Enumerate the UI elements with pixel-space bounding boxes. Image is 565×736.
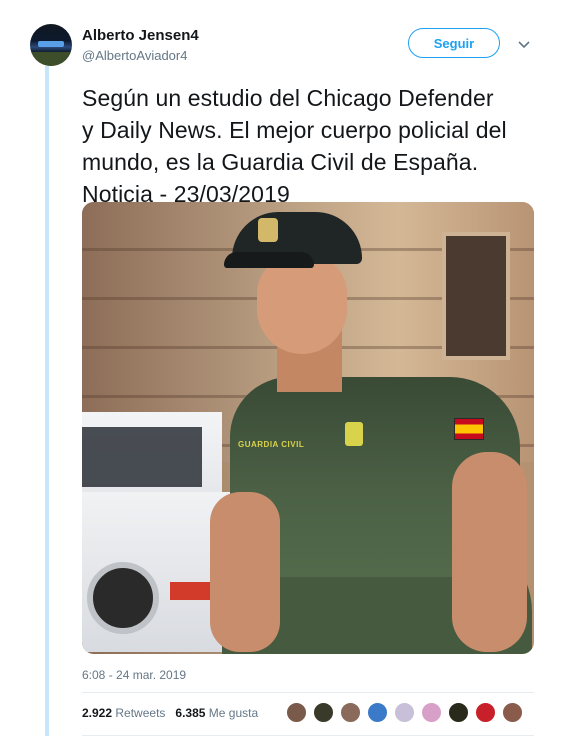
likes-stat[interactable]: 6.385 Me gusta	[175, 706, 258, 720]
liker-avatar[interactable]	[475, 702, 496, 723]
liker-avatar[interactable]	[502, 702, 523, 723]
uniform-text: GUARDIA CIVIL	[238, 440, 305, 449]
divider	[82, 692, 534, 693]
likes-count: 6.385	[175, 706, 206, 720]
retweets-stat[interactable]: 2.922 Retweets	[82, 706, 165, 720]
liker-avatar[interactable]	[313, 702, 334, 723]
thread-line	[45, 66, 49, 736]
likes-label: Me gusta	[208, 706, 259, 720]
liker-avatar[interactable]	[448, 702, 469, 723]
tweet-photo[interactable]: GUARDIA CIVIL	[82, 202, 534, 654]
user-name[interactable]: Alberto Jensen4	[82, 27, 199, 44]
liker-avatar[interactable]	[367, 702, 388, 723]
liker-avatar[interactable]	[340, 702, 361, 723]
user-handle[interactable]: @AlbertoAviador4	[82, 48, 187, 63]
tweet-timestamp[interactable]: 6:08 - 24 mar. 2019	[82, 668, 186, 682]
liker-avatar[interactable]	[394, 702, 415, 723]
spain-flag-patch	[454, 418, 484, 440]
retweets-count: 2.922	[82, 706, 113, 720]
retweets-label: Retweets	[115, 706, 166, 720]
tweet-text: Según un estudio del Chicago Defender y …	[82, 85, 507, 207]
liker-avatar[interactable]	[421, 702, 442, 723]
follow-button[interactable]: Seguir	[408, 28, 500, 58]
avatar[interactable]	[30, 24, 72, 66]
liker-avatars	[286, 702, 523, 723]
liker-avatar[interactable]	[286, 702, 307, 723]
chevron-down-icon[interactable]	[517, 38, 531, 52]
tweet-stats: 2.922 Retweets 6.385 Me gusta	[82, 706, 258, 720]
